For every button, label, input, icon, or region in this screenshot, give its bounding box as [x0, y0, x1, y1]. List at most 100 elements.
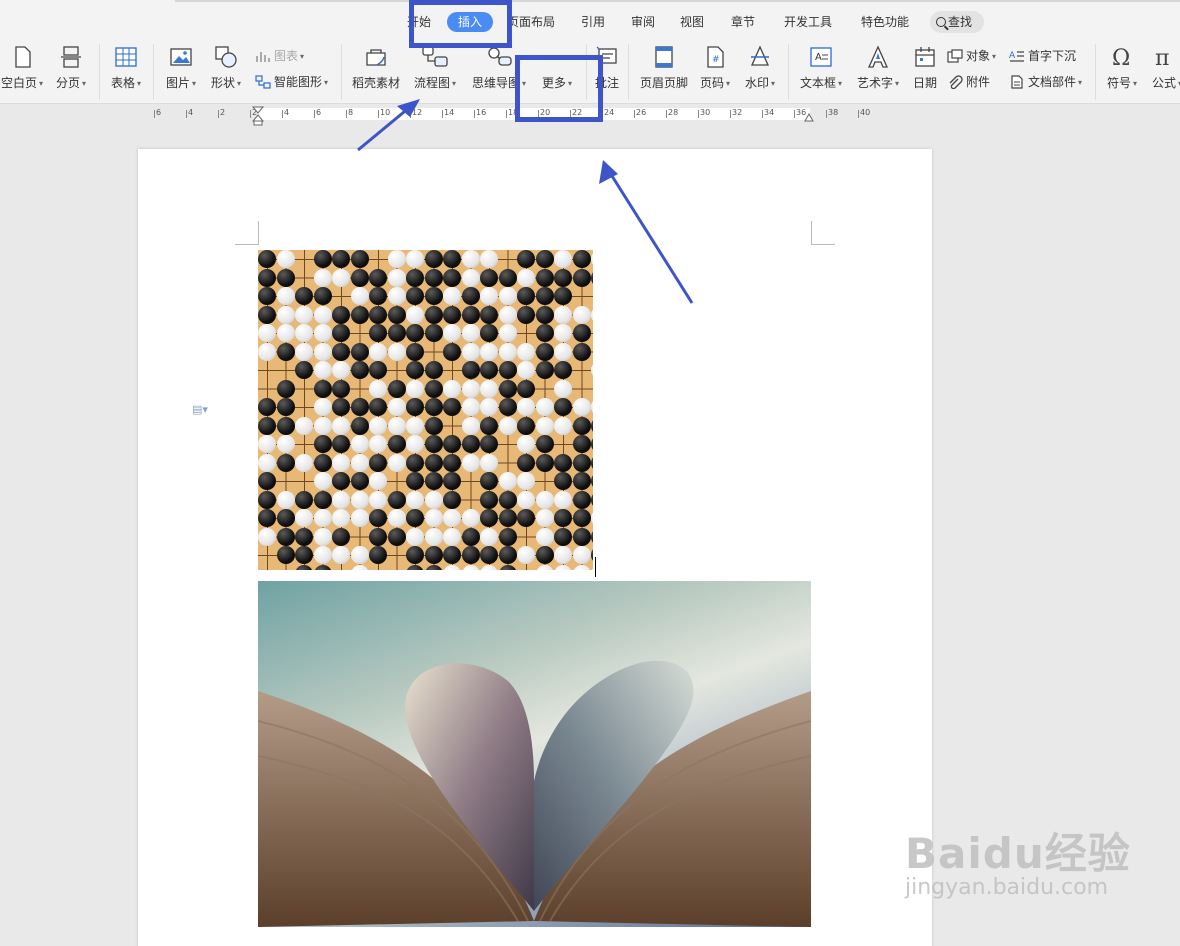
go-stone [276, 453, 295, 472]
go-stone [591, 250, 593, 268]
go-stone [554, 361, 572, 379]
tab-features[interactable]: 特色功能 [861, 12, 909, 32]
page-break-button[interactable]: 分页 ▾ [52, 45, 90, 91]
go-board-image[interactable] [258, 250, 593, 570]
smart-graphic-button[interactable]: 智能图形 ▾ [255, 73, 328, 90]
go-stone [295, 416, 313, 435]
go-stone [406, 472, 424, 490]
go-stone [424, 268, 443, 287]
svg-text:#: # [712, 55, 720, 65]
picture-button[interactable]: 图片 ▾ [162, 45, 200, 91]
attachment-label: 附件 [966, 75, 991, 89]
separator [788, 44, 789, 100]
go-stone [406, 287, 424, 305]
go-stone [258, 398, 276, 416]
go-stone [406, 546, 424, 564]
tab-chapter[interactable]: 章节 [731, 12, 755, 32]
go-stone [387, 435, 406, 453]
separator [99, 44, 100, 100]
go-stone [276, 398, 295, 416]
go-stone [480, 305, 498, 324]
go-stone [369, 379, 387, 398]
indent-marker-icon[interactable] [252, 106, 264, 126]
separator [628, 44, 629, 100]
watermark-button[interactable]: 水印 ▾ [742, 45, 778, 91]
go-stone [591, 361, 593, 379]
flowchart-icon [422, 46, 448, 67]
paragraph-layout-icon[interactable]: ▤▾ [192, 403, 208, 416]
go-stone [387, 250, 406, 268]
symbol-label: 符号 [1106, 76, 1131, 90]
go-stone [535, 416, 554, 435]
title-bar-edge [175, 0, 1180, 2]
go-stone [295, 361, 313, 379]
object-label: 对象 [966, 49, 991, 63]
drop-cap-button[interactable]: A 首字下沉 [1009, 47, 1076, 64]
highlight-insert-tab [409, 0, 512, 48]
go-stone [591, 527, 593, 546]
go-stone [554, 546, 572, 564]
go-stone [332, 379, 350, 398]
table-button[interactable]: 表格 ▾ [107, 45, 145, 91]
book-heart-image[interactable] [258, 581, 811, 927]
go-stone [498, 472, 517, 490]
go-stone [535, 324, 554, 342]
text-cursor [595, 557, 596, 577]
right-indent-marker-icon[interactable] [804, 112, 814, 122]
go-stone [387, 416, 406, 435]
object-button[interactable]: 对象 ▾ [947, 47, 996, 64]
shape-button[interactable]: 形状 ▾ [207, 45, 245, 91]
go-stone [406, 398, 424, 416]
text-box-icon: A [810, 47, 832, 67]
search-button[interactable]: 查找 [930, 11, 984, 33]
go-stone [406, 509, 424, 527]
doc-parts-label: 文档部件 [1028, 75, 1077, 89]
search-label: 查找 [948, 15, 973, 29]
symbol-button[interactable]: Ω 符号 ▾ [1103, 45, 1141, 91]
go-stone [572, 546, 591, 564]
doc-parts-icon [1011, 75, 1023, 89]
page-number-button[interactable]: # 页码 ▾ [697, 45, 733, 91]
word-art-button[interactable]: 艺术字 ▾ [854, 45, 902, 91]
go-stone [332, 268, 350, 287]
go-stone [350, 342, 369, 361]
chart-button[interactable]: 图表 ▾ [255, 47, 304, 64]
go-stone [276, 324, 295, 342]
shell-material-button[interactable]: 稻壳素材 [350, 45, 402, 91]
go-stone [332, 453, 350, 472]
attachment-button[interactable]: 附件 [947, 73, 990, 90]
date-button[interactable]: 日期 [911, 45, 939, 91]
tab-page-layout[interactable]: 页面布局 [507, 12, 555, 32]
go-stone [498, 305, 517, 324]
go-stone [369, 472, 387, 490]
go-stone [480, 287, 498, 305]
doc-parts-button[interactable]: 文档部件 ▾ [1009, 73, 1082, 90]
blank-page-button[interactable]: 空白页 ▾ [0, 45, 44, 91]
go-stone [369, 453, 387, 472]
go-stone [535, 305, 554, 324]
go-stone [258, 324, 276, 342]
book-heart-photo [258, 660, 811, 927]
tab-developer[interactable]: 开发工具 [784, 12, 832, 32]
go-stone [276, 268, 295, 287]
go-stone [258, 268, 276, 287]
flowchart-button[interactable]: 流程图 ▾ [412, 45, 458, 91]
tab-view[interactable]: 视图 [680, 12, 704, 32]
tab-references[interactable]: 引用 [581, 12, 605, 32]
text-box-button[interactable]: A 文本框 ▾ [797, 45, 845, 91]
watermark-url: jingyan.baidu.com [905, 875, 1109, 900]
pi-icon: π [1155, 46, 1169, 69]
go-stone [480, 435, 498, 453]
go-stone [332, 546, 350, 564]
go-stone [313, 250, 332, 268]
text-box-label: 文本框 [799, 76, 836, 90]
tab-review[interactable]: 审阅 [631, 12, 655, 32]
go-stone [480, 564, 498, 570]
formula-button[interactable]: π 公式▾ [1148, 45, 1180, 91]
go-stone [591, 546, 593, 564]
go-stone [350, 453, 369, 472]
go-stone [443, 287, 461, 305]
header-footer-button[interactable]: 页眉页脚 [637, 45, 691, 91]
go-stone [517, 472, 535, 490]
go-stone [554, 416, 572, 435]
